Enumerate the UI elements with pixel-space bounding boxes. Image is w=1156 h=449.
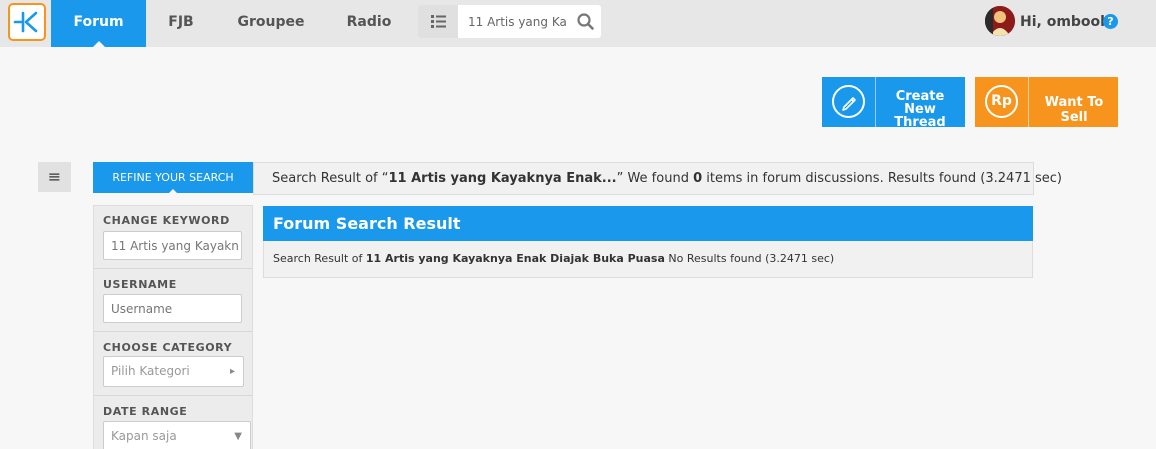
keyword-section: CHANGE KEYWORD xyxy=(94,206,252,269)
create-new-thread-button[interactable]: Create New Thread xyxy=(822,77,965,130)
create-icon-box xyxy=(822,77,876,127)
avatar[interactable] xyxy=(985,6,1015,36)
create-thread-label: Create New Thread xyxy=(894,89,946,130)
want-to-sell-label: Want To Sell xyxy=(1044,95,1104,125)
want-to-sell-button[interactable]: Rp Want To Sell xyxy=(975,77,1118,127)
logo-k-icon xyxy=(13,11,38,33)
search-input[interactable] xyxy=(462,5,570,38)
search-box xyxy=(418,5,601,38)
kaskus-logo[interactable] xyxy=(8,3,46,41)
list-icon xyxy=(431,15,446,28)
chevron-right-icon: ▸ xyxy=(229,366,235,377)
username-section: USERNAME xyxy=(94,269,252,332)
sidebar-toggle-button[interactable]: ≡ xyxy=(38,162,71,192)
summary-count: 0 xyxy=(693,171,703,186)
category-label: CHOOSE CATEGORY xyxy=(103,341,233,354)
tab-forum[interactable]: Forum xyxy=(51,0,146,47)
search-filter-button[interactable] xyxy=(418,5,458,38)
date-range-select[interactable]: Kapan saja ▼ xyxy=(103,421,251,449)
refine-sidebar: CHANGE KEYWORD USERNAME CHOOSE CATEGORY … xyxy=(93,205,253,449)
forum-search-result-title: Forum Search Result xyxy=(263,206,1033,241)
username-field[interactable] xyxy=(103,294,242,323)
rupiah-icon: Rp xyxy=(985,85,1018,118)
refine-search-tab[interactable]: REFINE YOUR SEARCH xyxy=(93,162,253,194)
date-range-label: DATE RANGE xyxy=(103,405,188,418)
top-navbar: Forum FJB Groupee Radio 11 Artis yang Ka… xyxy=(0,0,1156,47)
search-icon xyxy=(577,13,594,30)
forum-search-result-body: Search Result of 11 Artis yang Kayaknya … xyxy=(263,241,1033,278)
user-greeting[interactable]: Hi, omboob xyxy=(1020,14,1110,30)
date-range-section: DATE RANGE Kapan saja ▼ xyxy=(94,396,252,449)
category-select[interactable]: Pilih Kategori ▸ xyxy=(103,356,244,387)
chevron-down-icon: ▼ xyxy=(234,431,242,442)
summary-keyword: 11 Artis yang Kayaknya Enak... xyxy=(388,171,617,186)
summary-suffix: items in forum discussions. Results foun… xyxy=(702,171,1062,186)
summary-prefix: Search Result of “ xyxy=(272,171,389,186)
username-label: USERNAME xyxy=(103,278,177,291)
result-prefix: Search Result of xyxy=(273,252,366,265)
result-keyword: 11 Artis yang Kayaknya Enak Diajak Buka … xyxy=(365,252,665,265)
tab-fjb[interactable]: FJB xyxy=(156,0,206,47)
user-avatar-icon xyxy=(985,6,1015,36)
keyword-field[interactable] xyxy=(103,231,242,260)
search-button[interactable] xyxy=(572,5,600,38)
category-section: CHOOSE CATEGORY Pilih Kategori ▸ xyxy=(94,332,252,396)
tab-radio[interactable]: Radio xyxy=(336,0,402,47)
keyword-label: CHANGE KEYWORD xyxy=(103,214,230,227)
category-value: Pilih Kategori xyxy=(111,364,190,378)
result-suffix: No Results found (3.2471 sec) xyxy=(664,252,835,265)
tab-groupee[interactable]: Groupee xyxy=(230,0,312,47)
pencil-icon xyxy=(832,85,865,118)
date-range-value: Kapan saja xyxy=(111,429,177,443)
sell-icon-box: Rp xyxy=(975,77,1029,127)
summary-mid: ” We found xyxy=(616,171,694,186)
help-icon[interactable]: ? xyxy=(1103,14,1118,29)
search-result-summary: Search Result of “11 Artis yang Kayaknya… xyxy=(253,162,1062,195)
